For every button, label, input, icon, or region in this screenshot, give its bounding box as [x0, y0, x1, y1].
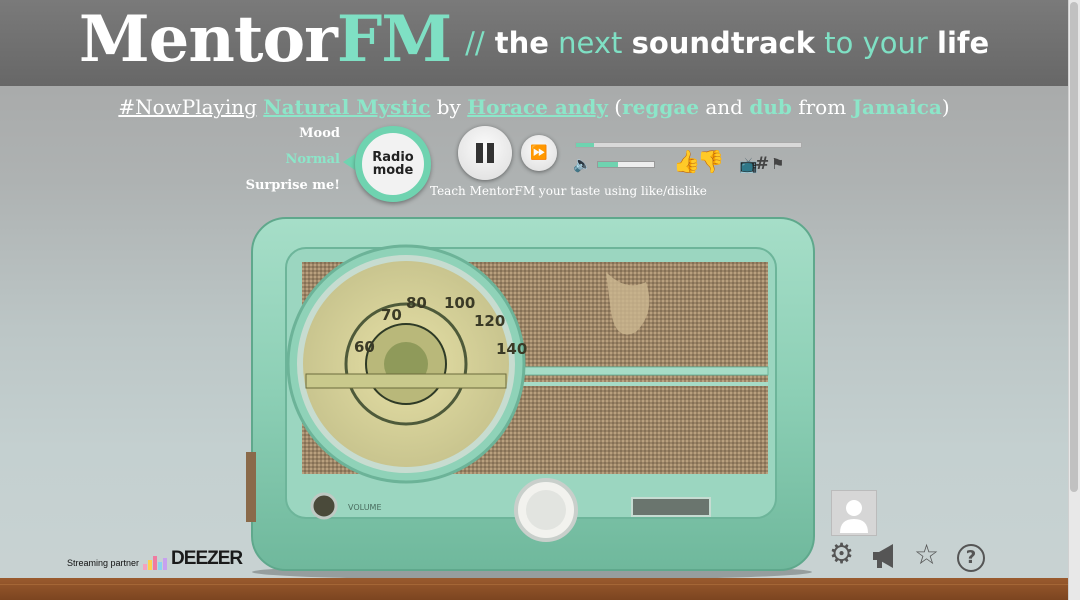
mood-title: Mood [299, 126, 340, 141]
user-silhouette-icon [832, 491, 876, 535]
flag-icon[interactable]: ⚑ [771, 155, 784, 173]
seek-progress [576, 143, 594, 147]
radio-mode-button[interactable]: Radio mode [355, 126, 431, 202]
genre-reggae[interactable]: reggae [622, 95, 699, 119]
dial-number-140: 140 [496, 340, 527, 358]
radio-mode-pointer [343, 154, 355, 170]
pause-icon [474, 143, 496, 163]
streaming-partner[interactable]: Streaming partner DEEZER [67, 548, 243, 570]
seek-bar[interactable] [575, 142, 802, 148]
tagline-to-your: to your [824, 26, 928, 60]
mood-selector: Mood Normal Surprise me! [240, 124, 340, 202]
artist-link[interactable]: Horace andy [467, 95, 608, 119]
tagline-slash: // [465, 26, 485, 60]
and-text: and [705, 95, 743, 119]
paren-open: ( [614, 95, 623, 119]
volume-slider[interactable] [597, 161, 655, 168]
country-jamaica[interactable]: Jamaica [853, 95, 942, 119]
tagline-life: life [937, 26, 990, 60]
radio-mode-line2: mode [372, 163, 414, 178]
now-playing-line: #NowPlaying Natural Mystic by Horace and… [0, 95, 1068, 119]
avatar[interactable] [831, 490, 877, 536]
mood-option-normal[interactable]: Normal [240, 150, 340, 176]
teach-hint: Teach MentorFM your taste using like/dis… [430, 184, 707, 198]
vintage-radio-image: 60 70 80 100 120 140 VOLUME [246, 217, 815, 578]
tagline: // the next soundtrack to your life [465, 26, 989, 60]
dial-number-60: 60 [354, 338, 375, 356]
mood-option-surprise[interactable]: Surprise me! [240, 176, 340, 202]
header-bar: MentorFM // the next soundtrack to your l… [0, 0, 1068, 86]
partner-brand: DEEZER [171, 548, 243, 569]
logo-main: Mentor [78, 2, 338, 77]
logo-accent: FM [336, 2, 452, 77]
radio-mode-control: Radio mode [343, 126, 431, 206]
next-icon: ⏩ [530, 145, 548, 161]
gear-icon[interactable]: ⚙ [829, 540, 854, 568]
megaphone-shape [873, 544, 893, 568]
partner-label: Streaming partner [67, 558, 140, 568]
tagline-next: next [558, 26, 623, 60]
scrollbar-thumb[interactable] [1070, 2, 1078, 492]
hashtag-icon[interactable]: # [755, 154, 769, 174]
dial-number-120: 120 [474, 312, 505, 330]
megaphone-icon[interactable] [870, 542, 902, 574]
dial-number-100: 100 [444, 294, 475, 312]
dial-number-70: 70 [381, 306, 402, 324]
star-icon[interactable]: ☆ [914, 541, 939, 569]
dial-number-80: 80 [406, 294, 427, 312]
wood-grain [0, 584, 1068, 585]
paren-close: ) [941, 95, 950, 119]
tagline-soundtrack: soundtrack [631, 26, 816, 60]
pause-button[interactable] [458, 126, 512, 180]
track-link[interactable]: Natural Mystic [263, 95, 430, 119]
thumbs-down-icon[interactable]: 👎 [697, 150, 724, 175]
volume-icon[interactable]: 🔈 [573, 155, 592, 173]
volume-label: VOLUME [348, 503, 382, 512]
deezer-logo-icon [143, 556, 168, 570]
next-track-button[interactable]: ⏩ [521, 135, 557, 171]
wood-floor [0, 578, 1068, 600]
volume-level [598, 162, 618, 167]
mentorfm-logo[interactable]: MentorFM [79, 8, 452, 72]
nowplaying-hashtag-link[interactable]: #NowPlaying [118, 95, 257, 119]
by-text: by [436, 95, 461, 119]
tagline-the: the [494, 26, 549, 60]
genre-dub[interactable]: dub [749, 95, 792, 119]
from-text: from [798, 95, 847, 119]
help-icon[interactable]: ? [957, 544, 985, 572]
